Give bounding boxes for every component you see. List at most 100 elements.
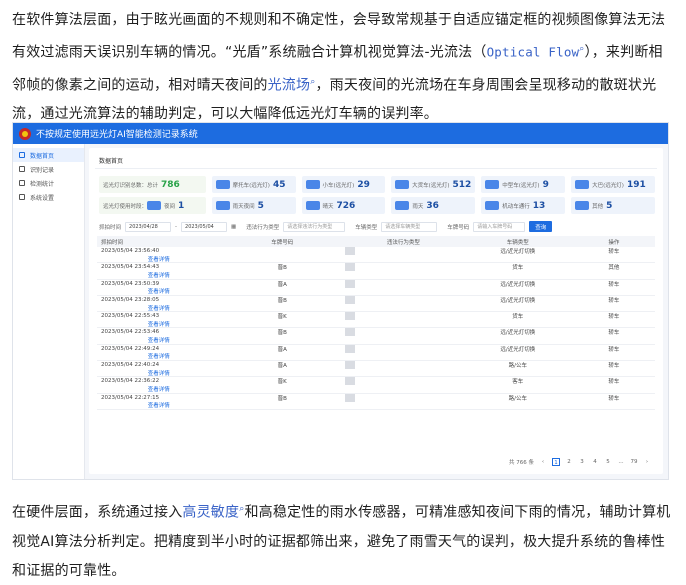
stat-label: 中型车(远光灯) <box>502 182 540 189</box>
motorcycle-icon <box>215 180 230 189</box>
date-separator: - <box>175 223 178 230</box>
hardware-paragraph: 在硬件层面，系统通过接入高灵敏度⌕和高稳定性的雨水传感器，可精准感知夜间下雨的情… <box>12 495 672 585</box>
stat-value: 512 <box>452 179 472 190</box>
col-violation: 违法行为类型 <box>386 239 420 246</box>
view-details-link[interactable]: 查看详情 <box>97 320 220 328</box>
date-from-input[interactable]: 2023/04/28 <box>125 221 172 232</box>
page-button[interactable]: 2 <box>565 458 573 466</box>
page-button[interactable]: 5 <box>604 458 612 466</box>
col-time: 抓拍时间 <box>101 239 124 246</box>
stat-value: 726 <box>336 200 356 211</box>
stat-prefix: 总计 <box>147 182 159 189</box>
view-details-link[interactable]: 查看详情 <box>97 369 220 377</box>
stat-clear: 晴天 726 <box>301 197 386 214</box>
gear-icon <box>19 194 25 200</box>
sidebar-item-dashboard[interactable]: 数据首页 <box>13 148 84 162</box>
row-time: 2023/05/04 22:49:24 <box>101 345 160 352</box>
optical-flow-term[interactable]: Optical Flow <box>487 45 580 60</box>
row-vehicle: 轿车 <box>608 395 620 402</box>
plate-redaction <box>344 393 355 402</box>
page-ellipsis: ... <box>618 459 624 465</box>
truck-icon <box>395 180 410 189</box>
page-button[interactable]: 3 <box>578 458 586 466</box>
row-plate: 晋B <box>277 330 287 337</box>
stats-panel: 远光灯识别总数： 总计 786 摩托车(远光灯) 45 小车(远光灯) 29 大货车(远… <box>99 176 656 218</box>
system-screenshot: 不按规定使用远光灯AI智能检测记录系统 数据首页 识别记录 检测统计 系统设置 … <box>12 122 669 480</box>
records-table: 抓拍时间 车牌号码 违法行为类型 车辆类型 操作 2023/05/04 23:5… <box>97 236 655 410</box>
view-details-link[interactable]: 查看详情 <box>97 304 220 312</box>
table-body: 2023/05/04 23:56:40 远/近光灯切换 轿车 查看详情 2023/05/… <box>97 247 655 410</box>
list-icon <box>19 166 25 172</box>
col-vehicle: 车辆类型 <box>506 239 529 246</box>
view-details-link[interactable]: 查看详情 <box>97 271 220 279</box>
stat-label: 小车(远光灯) <box>322 182 355 189</box>
stat-value: 5 <box>257 200 264 211</box>
view-details-link[interactable]: 查看详情 <box>97 255 220 263</box>
sidebar-item-stats[interactable]: 检测统计 <box>13 176 84 190</box>
stats-row-period: 远光灯使用时段： 夜间 1 雨天夜间 5 晴天 726 雨天 36 机动车通行 13 其他 5 <box>99 197 656 214</box>
page-button[interactable]: 79 <box>630 458 638 466</box>
stat-rain-night: 雨天夜间 5 <box>211 197 296 214</box>
row-time: 2023/05/04 23:50:39 <box>101 280 160 287</box>
next-page-button[interactable]: › <box>643 458 651 466</box>
row-vehicle: 其他 <box>608 265 620 272</box>
view-details-link[interactable]: 查看详情 <box>97 287 220 295</box>
row-violation: 远/近光灯切换 <box>500 281 536 288</box>
row-plate: 晋K <box>277 314 287 321</box>
plate-redaction <box>344 312 355 321</box>
view-details-link[interactable]: 查看详情 <box>97 401 220 409</box>
stat-value: 5 <box>606 200 613 211</box>
row-violation: 远/近光灯切换 <box>500 249 536 255</box>
row-plate: 晋A <box>277 346 287 353</box>
bus-icon <box>575 180 590 189</box>
stat-other: 其他 5 <box>571 197 656 214</box>
date-to-input[interactable]: 2023/05/04 <box>181 221 228 232</box>
plate-redaction <box>344 279 355 288</box>
view-details-link[interactable]: 查看详情 <box>97 385 220 393</box>
stat-label: 远光灯使用时段： <box>103 203 148 210</box>
sidebar-label: 识别记录 <box>30 166 55 174</box>
vehicle-type-select[interactable]: 请选择车辆类型 <box>381 221 438 232</box>
calendar-icon[interactable]: ▦ <box>231 224 236 230</box>
view-details-link[interactable]: 查看详情 <box>97 352 220 360</box>
plate-input[interactable]: 请输入车牌号码 <box>473 221 526 232</box>
stat-value: 29 <box>357 179 370 190</box>
date-label: 抓拍时间 <box>99 224 122 231</box>
sidebar-item-settings[interactable]: 系统设置 <box>13 190 84 204</box>
page-button[interactable]: 1 <box>552 458 560 466</box>
stat-car: 小车(远光灯) 29 <box>301 176 386 193</box>
pagination: 共 766 条 ‹ 1 2 3 4 5 ... 79 › <box>509 458 651 466</box>
stat-night: 远光灯使用时段： 夜间 1 <box>99 197 206 214</box>
stat-label: 大巴(远光灯) <box>592 182 624 189</box>
stat-value: 1 <box>178 200 185 211</box>
row-vehicle: 轿车 <box>608 363 620 370</box>
prev-page-button[interactable]: ‹ <box>539 458 547 466</box>
search-button[interactable]: 查询 <box>529 221 553 232</box>
violation-type-select[interactable]: 请选择违法行为类型 <box>283 221 346 232</box>
plate-redaction <box>344 377 355 386</box>
row-time: 2023/05/04 22:55:43 <box>101 313 160 320</box>
page-button[interactable]: 4 <box>591 458 599 466</box>
sidebar-label: 数据首页 <box>30 152 55 160</box>
table-row: 2023/05/04 22:27:15 晋B 路/公车 轿车 查看详情 <box>97 393 655 410</box>
view-details-link[interactable]: 查看详情 <box>97 336 220 344</box>
sidebar-item-records[interactable]: 识别记录 <box>13 162 84 176</box>
stat-rain: 雨天 36 <box>391 197 476 214</box>
stat-medium: 中型车(远光灯) 9 <box>481 176 566 193</box>
optical-field-link[interactable]: 光流场 <box>268 77 311 93</box>
stat-value: 786 <box>161 179 180 190</box>
row-vehicle: 轿车 <box>608 346 620 353</box>
stat-label: 大货车(远光灯) <box>412 182 450 189</box>
row-time: 2023/05/04 23:54:43 <box>101 264 160 271</box>
plate-redaction <box>344 263 355 272</box>
sidebar: 数据首页 识别记录 检测统计 系统设置 <box>13 144 85 479</box>
row-time: 2023/05/04 22:53:46 <box>101 329 160 336</box>
plate-redaction <box>344 361 355 370</box>
stat-label: 其他 <box>592 203 604 210</box>
row-vehicle: 轿车 <box>608 297 620 304</box>
table-header: 抓拍时间 车牌号码 违法行为类型 车辆类型 操作 <box>97 236 655 247</box>
sensitivity-link[interactable]: 高灵敏度 <box>182 505 239 521</box>
stats-row-vehicle: 远光灯识别总数： 总计 786 摩托车(远光灯) 45 小车(远光灯) 29 大货车(远… <box>99 176 656 193</box>
table-row: 2023/05/04 23:50:39 晋A 远/近光灯切换 轿车 查看详情 <box>97 279 655 296</box>
sidebar-label: 系统设置 <box>30 194 55 202</box>
